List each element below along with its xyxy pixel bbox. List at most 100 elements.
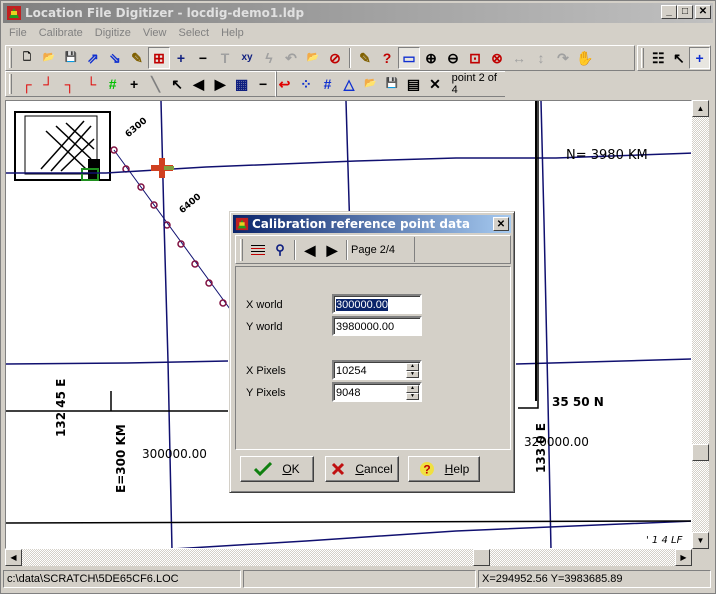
text-button[interactable]: T <box>214 47 236 69</box>
help-icon: ? <box>419 462 434 477</box>
new-project-button[interactable]: 🗋 <box>16 47 38 69</box>
grid-point-button[interactable]: # <box>102 73 123 95</box>
delete-point-icon: − <box>258 76 268 92</box>
toolbar-grip[interactable] <box>9 48 12 68</box>
menu-calibrate[interactable]: Calibrate <box>33 27 89 39</box>
x-pixels-label: X Pixels <box>246 365 286 377</box>
add-button[interactable]: + <box>170 47 192 69</box>
triangle-button[interactable]: △ <box>338 73 359 95</box>
spin-down-icon[interactable]: ▼ <box>406 392 419 400</box>
crosshair-button[interactable]: + <box>689 47 710 69</box>
import-button[interactable]: ⇗ <box>82 47 104 69</box>
hand-button[interactable]: ✋ <box>574 47 596 69</box>
add-icon: + <box>176 50 186 66</box>
pan-vertical-button[interactable]: ↕ <box>530 47 552 69</box>
zoom-reset-icon: ⊗ <box>491 50 503 66</box>
calibrate-image-button[interactable]: ⊞ <box>148 47 170 69</box>
pan-horizontal-button[interactable]: ↔ <box>508 47 530 69</box>
select-point-button[interactable]: ↖ <box>166 73 187 95</box>
corner-top-right-2-button[interactable]: ┐ <box>59 73 80 95</box>
dialog-close-button[interactable]: ✕ <box>493 217 509 231</box>
next-button[interactable]: ▶ <box>209 73 230 95</box>
status-middle <box>243 570 476 588</box>
previous-button[interactable]: ◀ <box>188 73 209 95</box>
toolbar-grip[interactable] <box>9 74 12 94</box>
open-button[interactable]: 📂 <box>360 73 381 95</box>
open-image-button[interactable]: 📂 <box>302 47 324 69</box>
x-pixels-spin-buttons[interactable]: ▲ ▼ <box>406 363 419 378</box>
previous-page-button[interactable]: ◀ <box>299 239 321 261</box>
table-button[interactable]: ▤ <box>403 73 424 95</box>
measure-button[interactable]: ▦ <box>231 73 252 95</box>
spin-up-icon[interactable]: ▲ <box>406 385 419 393</box>
select-rect-button[interactable]: ▭ <box>398 47 420 69</box>
triangle-icon: △ <box>343 76 355 92</box>
zoom-reset-button[interactable]: ⊗ <box>486 47 508 69</box>
calibration-dialog: Calibration reference point data ✕ ⚲ ◀ ▶… <box>229 211 515 493</box>
next-page-button[interactable]: ▶ <box>321 239 343 261</box>
scroll-left-button[interactable]: ◀ <box>5 549 22 566</box>
main-toolbar: 🗋 📂 💾 ⇗ ⇘ ✎ ⊞ + − Txy ϟ ↶ 📂 ⊘ ✎? ▭ ⊕ ⊖ ⊡ ⊗ ↔ ↕ ↷ ✋ <box>5 45 635 71</box>
y-world-label: Y world <box>246 321 283 333</box>
export-button[interactable]: ⇘ <box>104 47 126 69</box>
ok-button[interactable]: OK <box>240 456 314 482</box>
properties-button[interactable]: ☷ <box>648 47 669 69</box>
y-pixels-spin-buttons[interactable]: ▲ ▼ <box>406 385 419 400</box>
zoom-out-button[interactable]: ⊖ <box>442 47 464 69</box>
minimize-button[interactable]: _ <box>661 5 677 19</box>
help-button[interactable]: ? <box>376 47 398 69</box>
maximize-button[interactable]: □ <box>677 5 693 19</box>
add-point-button[interactable]: + <box>123 73 144 95</box>
scroll-up-button[interactable]: ▲ <box>692 100 709 117</box>
edit-notes-button[interactable]: ✎ <box>126 47 148 69</box>
scroll-right-button[interactable]: ▶ <box>675 549 692 566</box>
menu-digitize[interactable]: Digitize <box>89 27 137 39</box>
close-button[interactable]: ✕ <box>695 5 711 19</box>
cancel-button[interactable]: Cancel <box>325 456 399 482</box>
save-project-button[interactable]: 💾 <box>60 47 82 69</box>
menu-file[interactable]: File <box>3 27 33 39</box>
xy-coords-icon: xy <box>241 52 253 63</box>
lightning-button[interactable]: ϟ <box>258 47 280 69</box>
pencil-button[interactable]: ╲ <box>145 73 166 95</box>
grid-button[interactable]: # <box>317 73 338 95</box>
horizontal-scroll-thumb[interactable] <box>473 549 490 566</box>
help-button[interactable]: ? Help <box>408 456 480 482</box>
menu-select[interactable]: Select <box>173 27 216 39</box>
spin-down-icon[interactable]: ▼ <box>406 370 419 378</box>
image-settings-button[interactable]: ⊘ <box>324 47 346 69</box>
x-pixels-spinner[interactable]: 10254 ▲ ▼ <box>332 360 422 380</box>
x-world-input[interactable]: 300000.00 <box>332 294 422 314</box>
y-world-input[interactable]: 3980000.00 <box>332 316 422 336</box>
toolbar-grip[interactable] <box>641 48 644 68</box>
undo-button[interactable]: ↶ <box>280 47 302 69</box>
corner-bottom-left-button[interactable]: └ <box>80 73 101 95</box>
notes-button[interactable]: ✎ <box>354 47 376 69</box>
xy-coords-button[interactable]: xy <box>236 47 258 69</box>
corner-top-left-button[interactable]: ┌ <box>16 73 37 95</box>
menu-view[interactable]: View <box>137 27 173 39</box>
pointer-button[interactable]: ↖ <box>669 47 690 69</box>
y-pixels-spinner[interactable]: 9048 ▲ ▼ <box>332 382 422 402</box>
list-button[interactable] <box>247 239 269 261</box>
zoom-in-button[interactable]: ⊕ <box>420 47 442 69</box>
vertical-scrollbar[interactable]: ▲ ▼ <box>692 100 709 549</box>
dialog-toolbar-grip[interactable] <box>240 238 243 261</box>
remove-button[interactable]: − <box>192 47 214 69</box>
vertical-scroll-thumb[interactable] <box>692 444 709 461</box>
close-button[interactable]: ✕ <box>424 73 445 95</box>
corner-top-right-button[interactable]: ┘ <box>37 73 58 95</box>
horizontal-scrollbar[interactable]: ◀ ▶ <box>5 549 692 566</box>
scatter-button[interactable]: ⁘ <box>295 73 316 95</box>
zoom-window-button[interactable]: ⊡ <box>464 47 486 69</box>
delete-point-button[interactable]: − <box>252 73 273 95</box>
menu-help[interactable]: Help <box>215 27 250 39</box>
return-button[interactable]: ↩ <box>274 73 295 95</box>
close-icon: ✕ <box>429 76 441 92</box>
redo-button[interactable]: ↷ <box>552 47 574 69</box>
find-record-button[interactable]: ⚲ <box>269 239 291 261</box>
scroll-down-button[interactable]: ▼ <box>692 532 709 549</box>
save-button[interactable]: 💾 <box>381 73 402 95</box>
open-project-button[interactable]: 📂 <box>38 47 60 69</box>
spin-up-icon[interactable]: ▲ <box>406 363 419 371</box>
